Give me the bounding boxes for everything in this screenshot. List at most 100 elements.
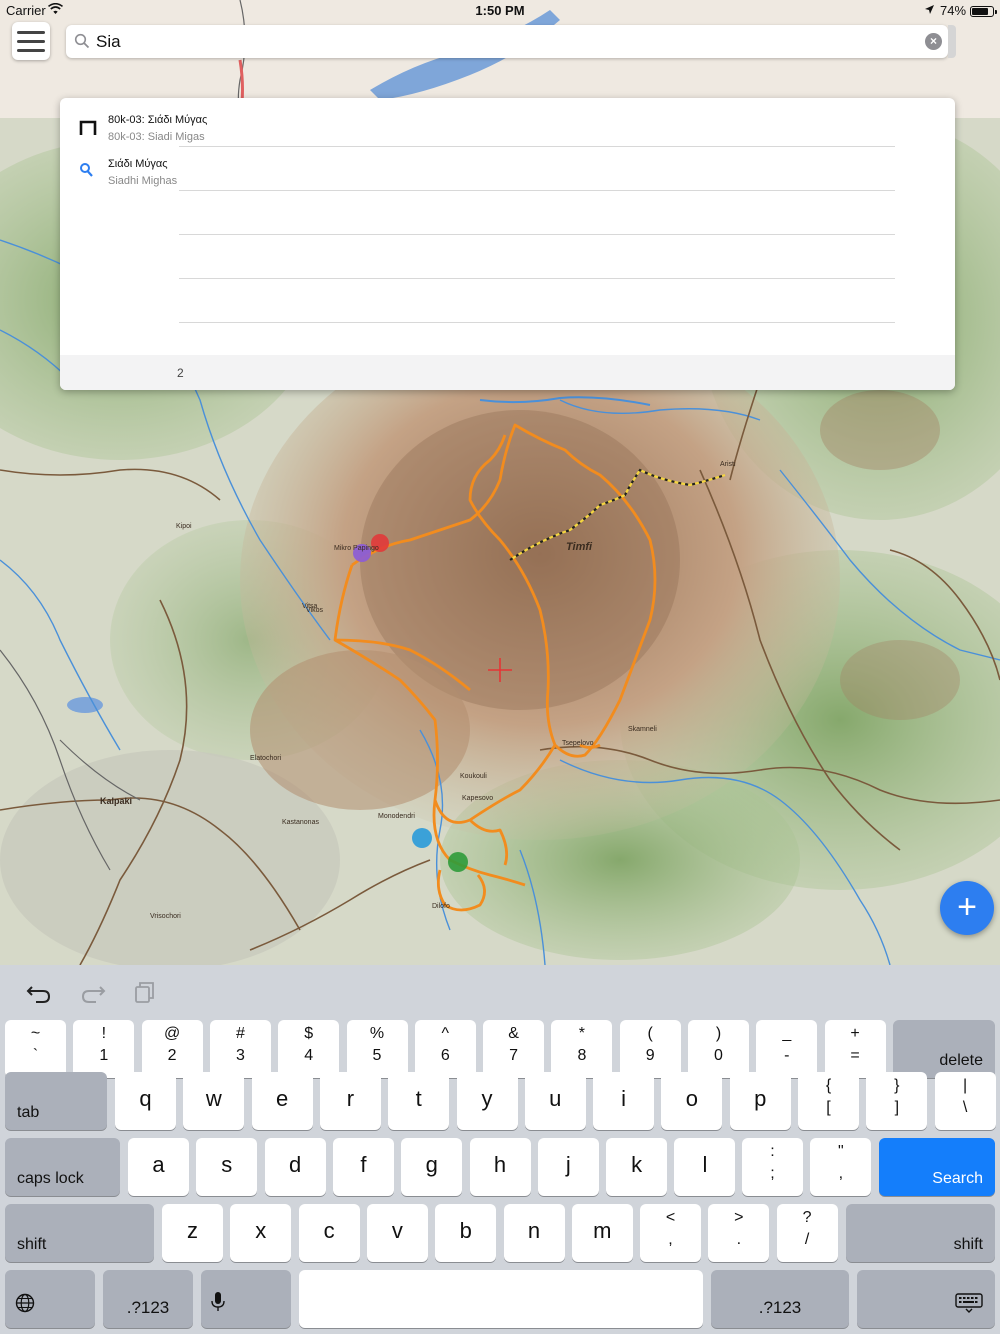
key-t[interactable]: t [388,1072,450,1130]
key-f[interactable]: f [332,1138,394,1196]
key-1[interactable]: ! 1 [73,1020,135,1078]
key-char: 5 [372,1047,382,1064]
key-g[interactable]: g [401,1138,463,1196]
key-char: s [221,1152,233,1177]
key-c[interactable]: c [298,1204,360,1262]
key-h[interactable]: h [469,1138,531,1196]
key-label: caps lock [17,1170,84,1187]
key-char: n [527,1218,541,1243]
key-y[interactable]: y [456,1072,518,1130]
key-7[interactable]: & 7 [483,1020,545,1078]
key-`[interactable]: ~ ` [5,1020,66,1078]
key-char: f [360,1152,367,1177]
keyboard-toolbar [0,965,1000,1017]
key-3[interactable]: #3 [209,1020,271,1078]
key-shift-char: ~ [30,1025,41,1042]
search-input[interactable] [96,28,916,55]
search-results-panel: 80k-03: Σιάδι Μύγας 80k-03: Siadi Migas … [60,98,955,390]
globe-key[interactable] [5,1270,95,1328]
add-button[interactable]: + [940,881,994,935]
key-j[interactable]: j [537,1138,599,1196]
battery-percent: 74% [940,3,967,18]
key-v[interactable]: v [366,1204,428,1262]
map-label: Aristi [720,461,736,468]
key-x[interactable]: x [230,1204,292,1262]
key-shift-char: } [894,1077,900,1094]
delete-key[interactable]: delete [893,1020,995,1078]
key-r[interactable]: r [319,1072,381,1130]
hamburger-icon [17,30,45,34]
map-label: Vikos [306,607,323,614]
key-;[interactable]: :; [742,1138,803,1196]
key-k[interactable]: k [606,1138,668,1196]
key-char: - [784,1047,790,1064]
key-=[interactable]: + = [824,1020,886,1078]
shift-left-key[interactable]: shift [5,1204,154,1262]
key-i[interactable]: i [593,1072,655,1130]
key-,[interactable]: <, [640,1204,701,1262]
key-2[interactable]: @2 [141,1020,203,1078]
key-u[interactable]: u [524,1072,586,1130]
key-s[interactable]: s [196,1138,258,1196]
key-char: ] [894,1099,900,1116]
key-[[interactable]: {[ [798,1072,859,1130]
space-key[interactable] [299,1270,703,1328]
search-result-item[interactable]: 80k-03: Σιάδι Μύγας 80k-03: Siadi Migas [60,103,955,147]
key-char: t [415,1086,422,1111]
key-shift-char: * [578,1025,585,1042]
numbers-right-key[interactable]: .?123 [711,1270,849,1328]
key-char: 3 [235,1047,245,1064]
key-label: .?123 [126,1298,170,1317]
result-title: Σιάδι Μύγας [108,158,168,170]
undo-icon[interactable] [26,979,52,1005]
numbers-left-key[interactable]: .?123 [103,1270,193,1328]
key-char: = [850,1047,860,1064]
paste-icon[interactable] [133,979,159,1005]
key-o[interactable]: o [661,1072,723,1130]
key-d[interactable]: d [264,1138,326,1196]
key-char: h [493,1152,507,1177]
key--[interactable]: _ - [756,1020,818,1078]
key-shift-char: _ [782,1025,792,1042]
dismiss-keyboard-key[interactable] [857,1270,995,1328]
key-w[interactable]: w [183,1072,245,1130]
tab-key[interactable]: tab [5,1072,107,1130]
key-char: o [685,1086,699,1111]
key-][interactable]: }] [866,1072,928,1130]
key-8[interactable]: * 8 [551,1020,613,1078]
key-0[interactable]: ) 0 [688,1020,749,1078]
key-shift-char: + [850,1025,860,1042]
key-n[interactable]: n [503,1204,565,1262]
key-z[interactable]: z [162,1204,223,1262]
key-5[interactable]: % 5 [346,1020,408,1078]
key-,[interactable]: ", [810,1138,872,1196]
key-b[interactable]: b [435,1204,497,1262]
key-\[interactable]: | \ [934,1072,996,1130]
key-e[interactable]: e [251,1072,313,1130]
dictation-key[interactable] [201,1270,291,1328]
key-6[interactable]: ^ 6 [414,1020,476,1078]
search-key[interactable]: Search [879,1138,995,1196]
key-q[interactable]: q [115,1072,176,1130]
search-result-item[interactable]: Σιάδι Μύγας Siadhi Mighas [60,147,955,191]
map-label: Skamneli [628,726,657,733]
key-p[interactable]: p [729,1072,791,1130]
caps-lock-key[interactable]: caps lock [5,1138,120,1196]
redo-icon[interactable] [80,979,106,1005]
key-char: q [139,1086,152,1111]
key-9[interactable]: (9 [619,1020,681,1078]
key-.[interactable]: >. [708,1204,770,1262]
map-label: Elatochori [250,755,282,762]
menu-button[interactable] [12,22,50,60]
key-a[interactable]: a [128,1138,189,1196]
shift-right-key[interactable]: shift [846,1204,995,1262]
key-l[interactable]: l [674,1138,736,1196]
key-/[interactable]: ? / [776,1204,838,1262]
search-bar-edge [948,25,956,58]
battery-icon [970,6,997,17]
key-m[interactable]: m [571,1204,633,1262]
search-bar[interactable]: × [66,25,948,58]
key-label: .?123 [758,1298,802,1317]
key-4[interactable]: $4 [278,1020,340,1078]
clear-search-icon[interactable]: × [925,33,942,50]
